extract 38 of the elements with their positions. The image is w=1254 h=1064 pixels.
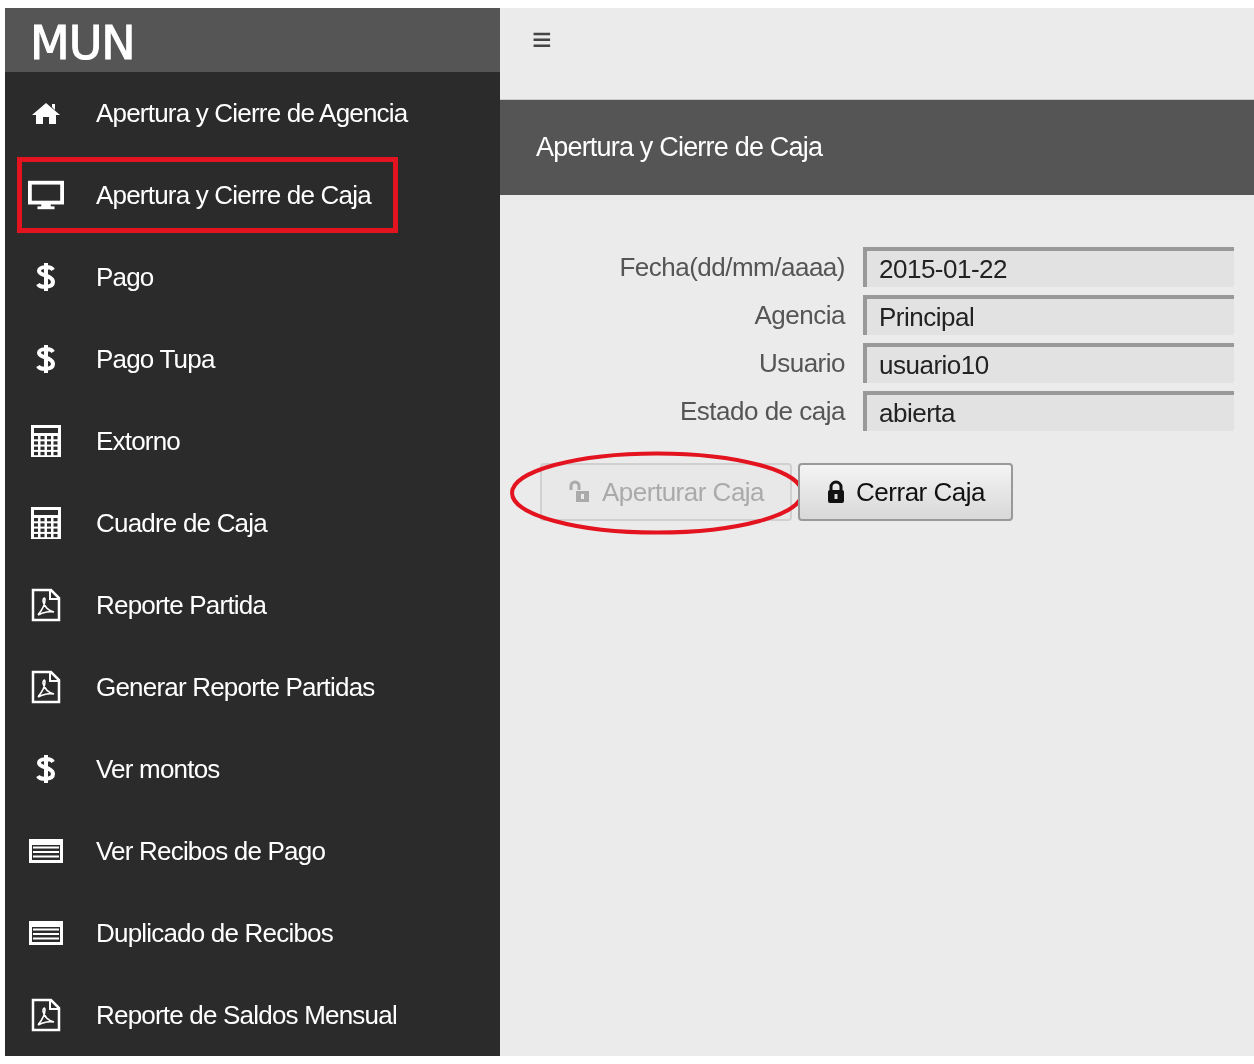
pdf-file-icon xyxy=(31,670,61,704)
list-icon xyxy=(28,920,64,946)
field-label: Usuario xyxy=(757,347,845,380)
monitor-icon xyxy=(28,180,64,210)
dollar-icon xyxy=(34,260,58,294)
home-icon xyxy=(31,101,61,125)
sidebar-item[interactable]: Apertura y Cierre de Agencia xyxy=(17,75,435,151)
dollar-icon xyxy=(34,342,58,376)
field-label: Estado de caja xyxy=(679,395,845,428)
calculator-icon xyxy=(30,424,62,458)
field-label: Fecha(dd/mm/aaaa) xyxy=(618,251,845,284)
input-field[interactable]: abierta xyxy=(863,391,1234,431)
menu-icon[interactable]: ≡ xyxy=(532,22,552,56)
sidebar-item[interactable]: Ver Recibos de Pago xyxy=(17,813,353,889)
close-register-button[interactable]: Cerrar Caja xyxy=(798,463,1013,521)
sidebar-item[interactable]: Reporte Partida xyxy=(17,567,294,643)
field-label: Agencia xyxy=(753,299,845,332)
pdf-file-icon xyxy=(31,998,61,1032)
sidebar-item[interactable]: Apertura y Cierre de Caja xyxy=(17,157,398,233)
sidebar-item[interactable]: Ver montos xyxy=(17,731,247,807)
calculator-icon xyxy=(30,506,62,540)
sidebar-item[interactable]: Generar Reporte Partidas xyxy=(17,649,402,725)
page-title: Apertura y Cierre de Caja xyxy=(536,132,823,163)
input-field[interactable]: Principal xyxy=(863,295,1234,335)
padlock-icon xyxy=(826,480,847,504)
input-field[interactable]: usuario10 xyxy=(863,343,1234,383)
sidebar-item[interactable]: Duplicado de Recibos xyxy=(17,895,360,971)
sidebar-item[interactable]: Reporte de Saldos Mensual xyxy=(17,977,424,1053)
dollar-icon xyxy=(34,752,58,786)
sidebar-item[interactable]: Extorno xyxy=(17,403,207,479)
list-icon xyxy=(28,838,64,864)
sidebar-item[interactable]: Pago Tupa xyxy=(17,321,242,397)
sidebar-item[interactable]: Cuadre de Caja xyxy=(17,485,294,561)
logo-text: MUN xyxy=(30,16,135,70)
unlocked-padlock-icon xyxy=(568,480,592,504)
pdf-file-icon xyxy=(31,588,61,622)
input-field[interactable]: 2015-01-22 xyxy=(863,247,1234,287)
sidebar-item[interactable]: Pago xyxy=(17,239,181,315)
